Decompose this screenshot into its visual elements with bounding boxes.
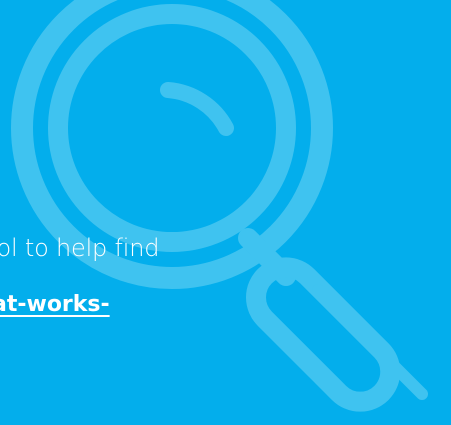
info-line-1: ool to help find [0, 234, 160, 262]
slide-canvas: ool to help find : at-works- [0, 0, 451, 425]
magnifying-glass-icon [11, 0, 428, 412]
resource-link[interactable]: at-works- [0, 288, 110, 322]
